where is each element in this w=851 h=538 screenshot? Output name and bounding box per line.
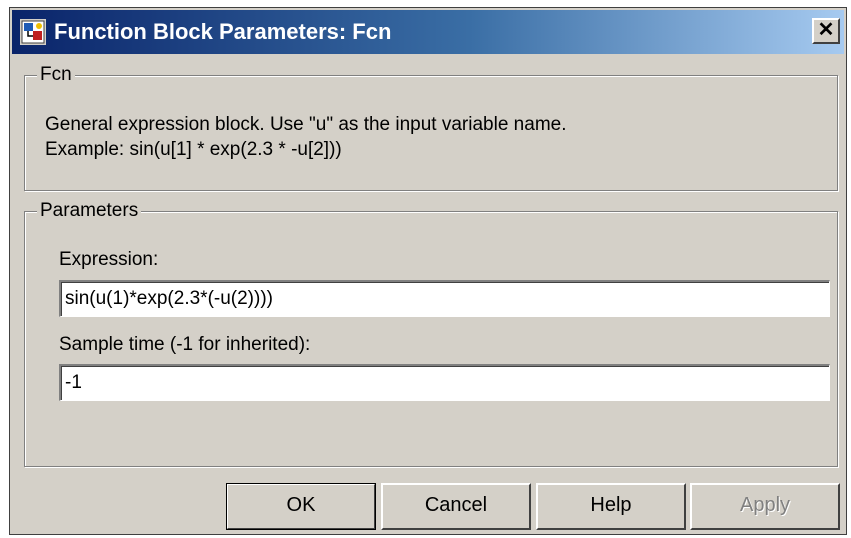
description-line-2: Example: sin(u[1] * exp(2.3 * -u[2])) <box>45 139 342 160</box>
dialog-title: Function Block Parameters: Fcn <box>54 19 392 44</box>
apply-button[interactable]: Apply <box>690 483 840 530</box>
parameters-group-legend: Parameters <box>37 200 142 222</box>
title-bar[interactable]: Function Block Parameters: Fcn ✕ <box>12 10 844 54</box>
close-icon: ✕ <box>817 19 835 41</box>
sample-time-input[interactable]: -1 <box>59 364 830 401</box>
description-line-1: General expression block. Use "u" as the… <box>45 114 567 135</box>
close-button[interactable]: ✕ <box>812 18 840 44</box>
function-block-parameters-dialog: Function Block Parameters: Fcn ✕ Fcn Gen… <box>9 7 847 535</box>
fcn-groupbox: Fcn General expression block. Use "u" as… <box>24 64 838 191</box>
expression-input[interactable]: sin(u(1)*exp(2.3*(-u(2)))) <box>59 280 830 317</box>
cancel-button[interactable]: Cancel <box>381 483 531 530</box>
parameters-groupbox: Parameters Expression: sin(u(1)*exp(2.3*… <box>24 200 838 467</box>
ok-button[interactable]: OK <box>226 483 376 530</box>
fcn-group-legend: Fcn <box>37 64 75 86</box>
simulink-block-icon <box>20 19 46 45</box>
help-button[interactable]: Help <box>536 483 686 530</box>
sample-time-label: Sample time (-1 for inherited): <box>59 334 311 355</box>
expression-label: Expression: <box>59 249 159 270</box>
